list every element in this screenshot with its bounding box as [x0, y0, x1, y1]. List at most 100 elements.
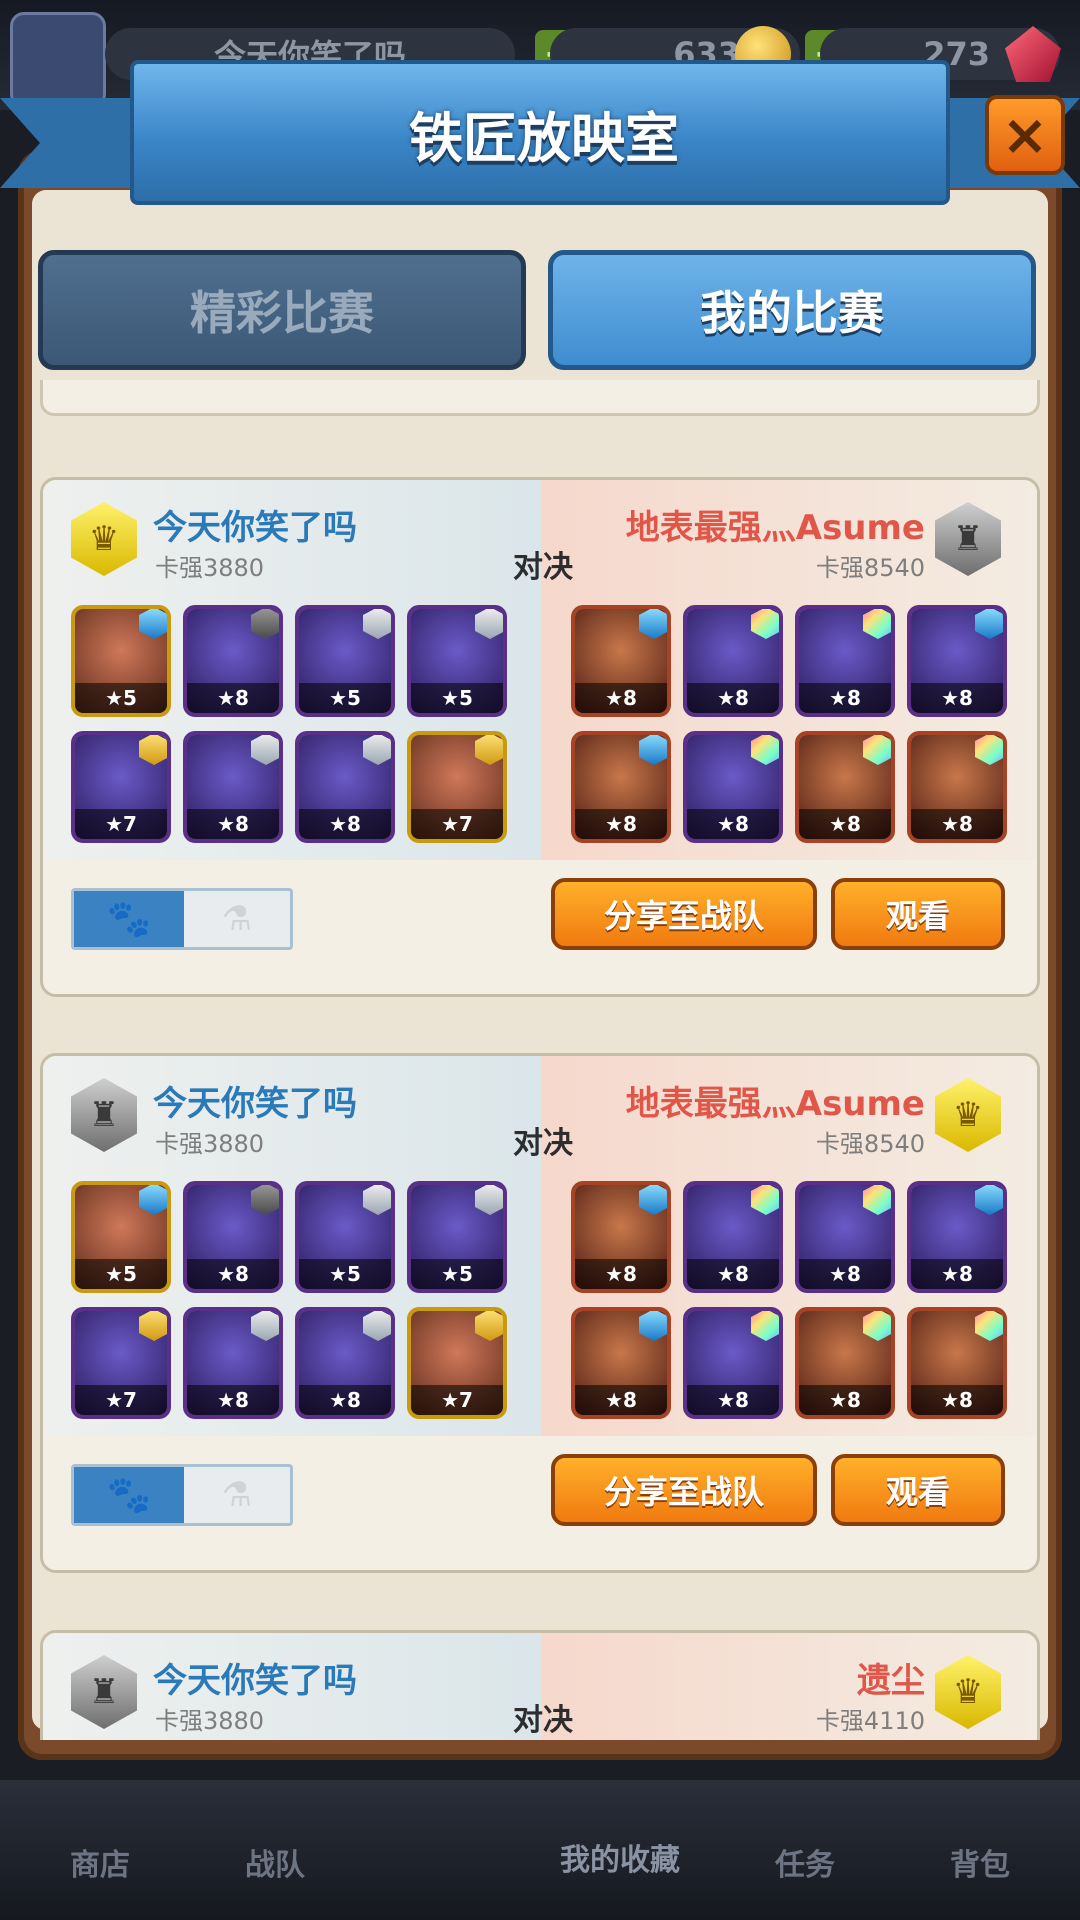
close-button[interactable]: ×: [985, 95, 1065, 175]
hero-star-level: ★5: [75, 683, 167, 713]
hero-card[interactable]: ★8: [907, 1307, 1007, 1419]
hero-card[interactable]: ★8: [295, 1307, 395, 1419]
nav-team[interactable]: 战队: [195, 1840, 355, 1884]
hero-card[interactable]: ★7: [71, 731, 171, 843]
hero-star-level: ★8: [187, 1385, 279, 1415]
left-hero-grid: ★5 ★8 ★5 ★5 ★7 ★8 ★8 ★7: [71, 1181, 531, 1421]
hero-star-level: ★8: [799, 1385, 891, 1415]
nav-collection[interactable]: 我的收藏: [520, 1835, 720, 1879]
share-to-team-button[interactable]: 分享至战队: [551, 878, 817, 950]
paw-icon[interactable]: 🐾: [74, 891, 184, 947]
hero-card[interactable]: ★8: [795, 605, 895, 717]
hero-card[interactable]: ★8: [183, 731, 283, 843]
hero-card[interactable]: ★7: [407, 1307, 507, 1419]
hero-card[interactable]: ★7: [407, 731, 507, 843]
match-card: ♜ 今天你笑了吗 卡强3880 对决 地表最强灬Asume 卡强8540 ♛ ★…: [40, 1053, 1040, 1573]
hero-card[interactable]: ★8: [683, 1181, 783, 1293]
hero-card[interactable]: ★8: [907, 1181, 1007, 1293]
match-card: ♜ 今天你笑了吗 卡强3880 对决 遗尘 卡强4110 ♛: [40, 1630, 1040, 1740]
hero-star-level: ★8: [687, 1259, 779, 1289]
hero-star-level: ★8: [575, 1259, 667, 1289]
title-banner: 铁匠放映室: [0, 40, 1080, 210]
close-icon: ×: [1001, 102, 1049, 168]
hero-card[interactable]: ★8: [795, 1307, 895, 1419]
hero-card[interactable]: ★8: [571, 605, 671, 717]
hero-card[interactable]: ★8: [907, 731, 1007, 843]
hero-card[interactable]: ★8: [183, 1181, 283, 1293]
watch-button[interactable]: 观看: [831, 878, 1005, 950]
hero-card[interactable]: ★8: [683, 1307, 783, 1419]
hero-star-level: ★8: [911, 1259, 1003, 1289]
right-hero-grid: ★8 ★8 ★8 ★8 ★8 ★8 ★8 ★8: [571, 605, 1031, 845]
right-player-power: 卡强8540: [815, 1130, 925, 1158]
right-player-power: 卡强8540: [815, 554, 925, 582]
hero-star-level: ★8: [687, 1385, 779, 1415]
hero-star-level: ★8: [575, 809, 667, 839]
share-to-team-button[interactable]: 分享至战队: [551, 1454, 817, 1526]
hero-star-level: ★8: [187, 1259, 279, 1289]
right-player-power: 卡强4110: [815, 1707, 925, 1735]
hero-star-level: ★8: [911, 1385, 1003, 1415]
potion-icon[interactable]: ⚗: [184, 891, 290, 947]
hero-star-level: ★8: [687, 683, 779, 713]
hero-star-level: ★8: [187, 809, 279, 839]
left-hero-grid: ★5 ★8 ★5 ★5 ★7 ★8 ★8 ★7: [71, 605, 531, 845]
hero-star-level: ★8: [911, 683, 1003, 713]
hero-star-level: ★8: [911, 809, 1003, 839]
potion-icon[interactable]: ⚗: [184, 1467, 290, 1523]
view-mode-toggle[interactable]: 🐾 ⚗: [71, 1464, 293, 1526]
hero-star-level: ★8: [687, 809, 779, 839]
hero-card[interactable]: ★8: [795, 731, 895, 843]
hero-card[interactable]: ★5: [71, 1181, 171, 1293]
hero-star-level: ★5: [75, 1259, 167, 1289]
watch-button[interactable]: 观看: [831, 1454, 1005, 1526]
nav-quests[interactable]: 任务: [725, 1840, 885, 1884]
right-hero-grid: ★8 ★8 ★8 ★8 ★8 ★8 ★8 ★8: [571, 1181, 1031, 1421]
hero-star-level: ★5: [299, 683, 391, 713]
hero-card[interactable]: ★5: [407, 605, 507, 717]
hero-card[interactable]: ★8: [571, 1307, 671, 1419]
nav-shop[interactable]: 商店: [20, 1840, 180, 1884]
hero-star-level: ★7: [75, 1385, 167, 1415]
hero-star-level: ★5: [299, 1259, 391, 1289]
hero-card[interactable]: ★8: [571, 731, 671, 843]
hero-star-level: ★8: [799, 809, 891, 839]
bottom-nav: 商店 战队 我的收藏 任务 背包: [0, 1780, 1080, 1920]
banner-body: 铁匠放映室: [130, 60, 950, 205]
hero-card[interactable]: ★8: [571, 1181, 671, 1293]
right-player-name: 地表最强灬Asume: [625, 508, 925, 548]
hero-card[interactable]: ★8: [907, 605, 1007, 717]
right-player-name: 地表最强灬Asume: [625, 1084, 925, 1124]
hero-card[interactable]: ★5: [71, 605, 171, 717]
hero-card[interactable]: ★5: [295, 1181, 395, 1293]
hero-card[interactable]: ★8: [683, 731, 783, 843]
tab-my-matches[interactable]: 我的比赛: [548, 250, 1036, 370]
hero-card[interactable]: ★8: [295, 731, 395, 843]
nav-bag[interactable]: 背包: [900, 1840, 1060, 1884]
previous-card-bottom: [40, 380, 1040, 416]
hero-card[interactable]: ★5: [295, 605, 395, 717]
hero-card[interactable]: ★7: [71, 1307, 171, 1419]
hero-card[interactable]: ★5: [407, 1181, 507, 1293]
tab-highlight-matches[interactable]: 精彩比赛: [38, 250, 526, 370]
hero-star-level: ★7: [75, 809, 167, 839]
paw-icon[interactable]: 🐾: [74, 1467, 184, 1523]
hero-card[interactable]: ★8: [183, 1307, 283, 1419]
right-player-name: 遗尘: [857, 1661, 925, 1701]
hero-star-level: ★8: [187, 683, 279, 713]
hero-star-level: ★5: [411, 1259, 503, 1289]
hero-star-level: ★7: [411, 809, 503, 839]
window-title: 铁匠放映室: [409, 107, 679, 170]
match-list[interactable]: ♛ 今天你笑了吗 卡强3880 对决 地表最强灬Asume 卡强8540 ♜ ★…: [40, 380, 1040, 1740]
hero-card[interactable]: ★8: [795, 1181, 895, 1293]
hero-card[interactable]: ★8: [683, 605, 783, 717]
view-mode-toggle[interactable]: 🐾 ⚗: [71, 888, 293, 950]
hero-star-level: ★8: [299, 809, 391, 839]
hero-star-level: ★8: [799, 683, 891, 713]
hero-star-level: ★7: [411, 1385, 503, 1415]
hero-star-level: ★8: [299, 1385, 391, 1415]
match-card: ♛ 今天你笑了吗 卡强3880 对决 地表最强灬Asume 卡强8540 ♜ ★…: [40, 477, 1040, 997]
hero-card[interactable]: ★8: [183, 605, 283, 717]
hero-star-level: ★8: [575, 683, 667, 713]
hero-star-level: ★8: [575, 1385, 667, 1415]
